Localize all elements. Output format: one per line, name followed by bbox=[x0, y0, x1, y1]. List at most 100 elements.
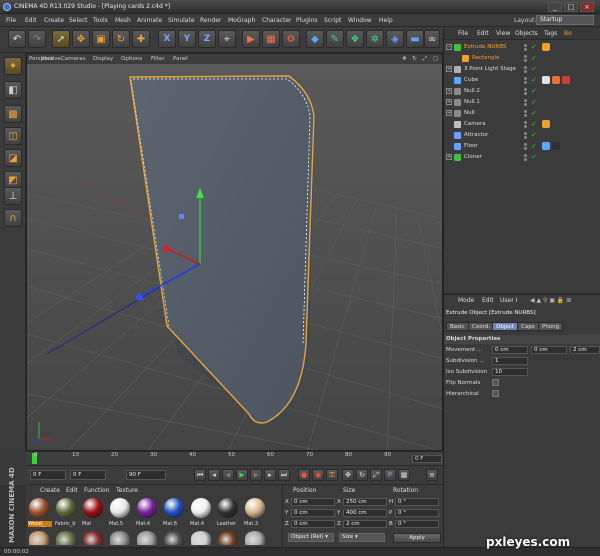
material-swatch[interactable] bbox=[56, 531, 76, 545]
enabled-check-icon[interactable]: ✓ bbox=[531, 109, 537, 117]
object-tag-icon[interactable] bbox=[542, 120, 550, 128]
select-arrow-icon[interactable]: ➚ bbox=[52, 30, 70, 48]
visibility-dots-icon[interactable] bbox=[524, 110, 528, 117]
render-picture-viewer-icon[interactable]: ▦ bbox=[262, 30, 280, 48]
apply-button[interactable]: Apply bbox=[393, 533, 441, 543]
size-field[interactable]: 2 cm bbox=[343, 520, 387, 528]
object-tag-icon[interactable] bbox=[542, 76, 550, 84]
material-swatch[interactable] bbox=[83, 531, 103, 545]
material-swatch[interactable] bbox=[164, 531, 184, 545]
menu-plugins[interactable]: Plugins bbox=[296, 17, 318, 24]
tab-phong[interactable]: Phong bbox=[538, 322, 564, 331]
object-tag-icon[interactable] bbox=[542, 43, 550, 51]
scale-key-icon[interactable]: ⤢ bbox=[370, 469, 382, 481]
tab-object[interactable]: Object bbox=[492, 322, 518, 331]
tab-caps[interactable]: Caps bbox=[517, 322, 539, 331]
om-menu-objects[interactable]: Objects bbox=[515, 30, 538, 37]
viewport-menu-display[interactable]: Display bbox=[93, 56, 113, 62]
object-tag-icon[interactable] bbox=[552, 142, 560, 150]
object-row[interactable]: + Cloner ✓ bbox=[444, 152, 600, 163]
move-tool-icon[interactable]: ✥ bbox=[72, 30, 90, 48]
visibility-dots-icon[interactable] bbox=[524, 88, 528, 95]
menu-character[interactable]: Character bbox=[262, 17, 292, 24]
undo-icon[interactable]: ↶ bbox=[8, 30, 26, 48]
cube-object-icon[interactable]: ◆ bbox=[306, 30, 324, 48]
viewport-menu-view[interactable]: View bbox=[41, 56, 54, 62]
enabled-check-icon[interactable]: ✓ bbox=[531, 120, 537, 128]
material-swatch[interactable]: Mat.4 bbox=[136, 498, 158, 527]
enabled-check-icon[interactable]: ✓ bbox=[531, 43, 537, 51]
movement-z-field[interactable]: 2 cm bbox=[570, 346, 600, 354]
camera-light-icon[interactable]: ∞ bbox=[424, 30, 440, 48]
record-icon[interactable]: ● bbox=[298, 469, 310, 481]
menu-tools[interactable]: Tools bbox=[93, 17, 108, 24]
enabled-check-icon[interactable]: ✓ bbox=[531, 54, 537, 62]
hierarchical-checkbox[interactable] bbox=[492, 390, 499, 397]
position-key-icon[interactable]: ✥ bbox=[342, 469, 354, 481]
visibility-dots-icon[interactable] bbox=[524, 132, 528, 139]
rotation-field[interactable]: 0 ° bbox=[395, 520, 439, 528]
menu-mesh[interactable]: Mesh bbox=[115, 17, 131, 24]
start-frame-field[interactable]: 0 F bbox=[30, 470, 66, 480]
tree-toggle-icon[interactable]: + bbox=[446, 154, 452, 160]
play-icon[interactable]: ▶ bbox=[236, 469, 248, 481]
object-row[interactable]: + Null ✓ bbox=[444, 108, 600, 119]
points-mode-icon[interactable]: ◫ bbox=[4, 127, 22, 145]
size-mode-select[interactable]: Size ▾ bbox=[339, 533, 385, 542]
mat-menu-create[interactable]: Create bbox=[40, 487, 60, 494]
visibility-dots-icon[interactable] bbox=[524, 66, 528, 73]
attr-menu-edit[interactable]: Edit bbox=[482, 297, 494, 304]
render-settings-icon[interactable]: ⚙ bbox=[282, 30, 300, 48]
mat-menu-edit[interactable]: Edit bbox=[66, 487, 78, 494]
material-swatch[interactable] bbox=[110, 531, 130, 545]
preview-start-field[interactable]: 0 F bbox=[70, 470, 106, 480]
object-tag-icon[interactable] bbox=[562, 76, 570, 84]
material-swatch[interactable]: Mat bbox=[82, 498, 104, 527]
object-tag-icon[interactable] bbox=[542, 142, 550, 150]
menu-animate[interactable]: Animate bbox=[137, 17, 162, 24]
rotate-tool-icon[interactable]: ↻ bbox=[112, 30, 130, 48]
menu-file[interactable]: File bbox=[6, 17, 16, 24]
movement-x-field[interactable]: 0 cm bbox=[492, 346, 528, 354]
pla-key-icon[interactable]: ▦ bbox=[398, 469, 410, 481]
scale-tool-icon[interactable]: ▣ bbox=[92, 30, 110, 48]
attr-nav-icons[interactable]: ◀ ▲ ⚲ ▣ 🔒 ⊞ bbox=[530, 297, 571, 304]
tree-toggle-icon[interactable]: + bbox=[446, 99, 452, 105]
object-name[interactable]: Null bbox=[464, 110, 475, 116]
object-name[interactable]: Rectangle bbox=[472, 55, 499, 61]
close-button[interactable]: × bbox=[580, 2, 594, 12]
om-menu-view[interactable]: View bbox=[496, 30, 510, 37]
next-key-icon[interactable]: ▸ bbox=[264, 469, 276, 481]
size-field[interactable]: 400 cm bbox=[343, 509, 387, 517]
menu-render[interactable]: Render bbox=[200, 17, 221, 24]
rotation-field[interactable]: 0 ° bbox=[395, 509, 439, 517]
viewport-menu-cameras[interactable]: Cameras bbox=[61, 56, 85, 62]
mat-menu-texture[interactable]: Texture bbox=[116, 487, 138, 494]
material-swatch[interactable]: Mat.3 bbox=[244, 498, 266, 527]
object-name[interactable]: Extrude NURBS bbox=[464, 44, 506, 50]
object-name[interactable]: 3 Point Light Stage bbox=[464, 66, 516, 72]
menu-script[interactable]: Script bbox=[324, 17, 341, 24]
enabled-check-icon[interactable]: ✓ bbox=[531, 76, 537, 84]
render-view-icon[interactable]: ▶ bbox=[242, 30, 260, 48]
object-row[interactable]: + Null.2 ✓ bbox=[444, 86, 600, 97]
object-name[interactable]: Cube bbox=[464, 77, 478, 83]
material-swatch[interactable] bbox=[29, 531, 49, 545]
menu-help[interactable]: Help bbox=[379, 17, 393, 24]
minimize-button[interactable]: _ bbox=[548, 2, 562, 12]
keyframe-selection-icon[interactable]: ⚿ bbox=[326, 469, 338, 481]
scene-floor-icon[interactable]: ▬ bbox=[406, 30, 424, 48]
material-swatch[interactable]: Mat.5 bbox=[109, 498, 131, 527]
coord-mode-select[interactable]: Object (Rel) ▾ bbox=[288, 533, 334, 542]
subdivision-field[interactable]: 1 bbox=[492, 357, 528, 365]
object-name[interactable]: Null.1 bbox=[464, 99, 480, 105]
om-menu-file[interactable]: File bbox=[458, 30, 468, 37]
attr-menu-user[interactable]: User I bbox=[500, 297, 517, 304]
om-menu-tags[interactable]: Tags bbox=[544, 30, 557, 37]
viewport-menu-options[interactable]: Options bbox=[121, 56, 142, 62]
material-swatch[interactable]: Mat.4 bbox=[190, 498, 212, 527]
iso-subdivision-field[interactable]: 10 bbox=[492, 368, 528, 376]
position-field[interactable]: 0 cm bbox=[291, 509, 335, 517]
goto-end-icon[interactable]: ⏭ bbox=[278, 469, 290, 481]
goto-start-icon[interactable]: ⏮ bbox=[194, 469, 206, 481]
